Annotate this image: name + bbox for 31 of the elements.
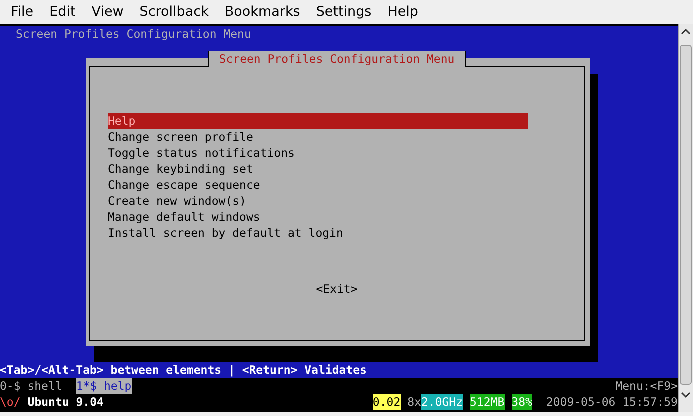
menu-option[interactable]: Change screen profile [108, 129, 528, 145]
menu-option[interactable]: Toggle status notifications [108, 145, 528, 161]
status-badge: 0.02 [372, 394, 401, 410]
status-text: 2009-05-06 15:57:59 [546, 394, 678, 410]
status-text: 8x [408, 394, 422, 410]
menu-item[interactable]: Scrollback [132, 4, 217, 20]
key-hint: <Tab>/<Alt-Tab> between elements | <Return> Validates [0, 362, 678, 378]
exit-button[interactable]: <Exit> [316, 281, 358, 297]
menu-item[interactable]: File [3, 4, 42, 20]
menu-option[interactable]: Create new window(s) [108, 193, 528, 209]
menu-item[interactable]: Bookmarks [216, 4, 308, 20]
menu-option[interactable]: Change keybinding set [108, 161, 528, 177]
status-badge: 512MB [470, 394, 505, 410]
menu-item[interactable]: Edit [42, 4, 84, 20]
menu-option[interactable]: Install screen by default at login [108, 225, 528, 241]
menu-option[interactable]: Change escape sequence [108, 177, 528, 193]
dialog-title: Screen Profiles Configuration Menu [208, 51, 466, 67]
screen-title: Screen Profiles Configuration Menu [15, 26, 252, 42]
status-badge: 2.0GHz [421, 394, 464, 410]
window-tab[interactable]: 0-$ shell [0, 378, 62, 394]
menu-option[interactable]: Help [108, 113, 528, 129]
scrollbar[interactable] [678, 24, 693, 412]
menu-item[interactable]: Settings [308, 4, 380, 20]
window-tab[interactable]: 1*$ help [76, 378, 132, 394]
menu-hint: Menu:<F9> [616, 378, 678, 394]
logo-text: \o/ [0, 394, 21, 410]
menu-item[interactable]: View [84, 4, 132, 20]
menu-item[interactable]: Help [380, 4, 426, 20]
scroll-thumb[interactable] [680, 45, 692, 385]
distro-label: Ubuntu 9.04 [28, 394, 104, 410]
menu-option[interactable]: Manage default windows [108, 209, 528, 225]
